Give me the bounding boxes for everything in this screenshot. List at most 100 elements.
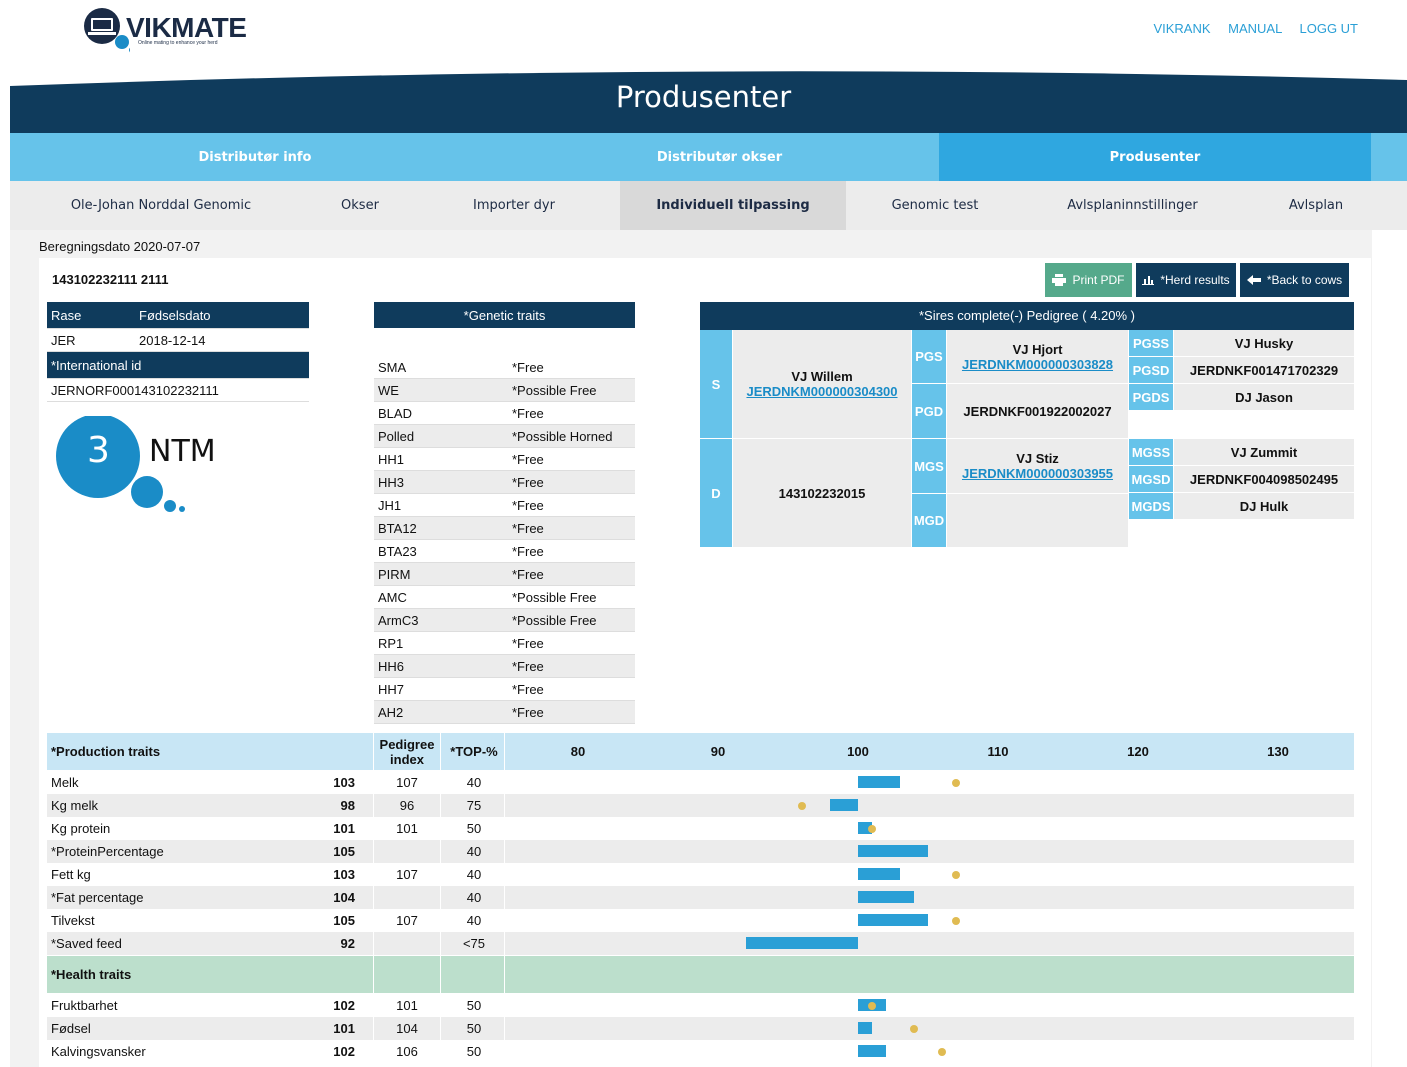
trait-result: *Free <box>508 562 635 586</box>
genetic-title: *Genetic traits <box>374 302 635 329</box>
tab-distributor-info[interactable]: Distributør info <box>10 133 500 181</box>
link-manual[interactable]: MANUAL <box>1228 21 1282 36</box>
rase-value: JER <box>47 328 135 352</box>
top-percent: 50 <box>466 998 482 1013</box>
top-percent: 50 <box>466 1044 482 1059</box>
trait-name: Fødsel <box>51 1021 91 1036</box>
column-divider <box>440 932 441 955</box>
pgs-label: PGS <box>912 330 946 383</box>
tab-distributor-okser[interactable]: Distributør okser <box>500 133 939 181</box>
pedigree-index: 107 <box>396 775 418 790</box>
pgs-link[interactable]: JERDNKM000000303828 <box>962 357 1113 372</box>
tick-120: 120 <box>1127 744 1149 759</box>
print-pdf-label: Print PDF <box>1072 273 1125 287</box>
index-bar <box>858 1022 872 1034</box>
pedigree-index <box>374 932 440 955</box>
back-to-cows-button[interactable]: *Back to cows <box>1240 263 1349 297</box>
mgds-label: MGDS <box>1129 493 1173 519</box>
tick-110: 110 <box>987 744 1009 759</box>
pedigree-dot <box>938 1048 946 1056</box>
trait-row: *Saved feed 92 <75 <box>47 932 1354 955</box>
subtab-avlsplan[interactable]: Avlsplan <box>1241 181 1391 230</box>
mgss-name: VJ Zummit <box>1230 444 1298 460</box>
trait-name: PIRM <box>374 562 508 586</box>
column-divider <box>373 733 374 770</box>
pedigree-dot <box>868 825 876 833</box>
mgs-label: MGS <box>912 439 946 493</box>
column-divider <box>373 909 374 932</box>
subtab-importer[interactable]: Importer dyr <box>408 181 620 230</box>
top-percent: 75 <box>466 798 482 813</box>
top-percent: 40 <box>466 913 482 928</box>
back-to-cows-label: *Back to cows <box>1266 273 1343 287</box>
subtab-avlsplaninnstillinger[interactable]: Avlsplaninnstillinger <box>1024 181 1241 230</box>
dam-id: 143102232015 <box>778 485 866 501</box>
herd-results-button[interactable]: *Herd results <box>1136 263 1236 297</box>
genetic-traits-table: *Genetic traits *Trait *Result SMA *Free W… <box>374 302 635 724</box>
pedigree-panel: *Sires complete(-) Pedigree ( 4.20% ) S … <box>700 302 1354 548</box>
health-header: *Health traits <box>47 956 1354 993</box>
subtab-individual[interactable]: Individuell tilpassing <box>620 181 846 230</box>
mgsd-label: MGSD <box>1129 466 1173 492</box>
column-divider <box>504 733 505 770</box>
genetic-trait-row: ArmC3 *Possible Free <box>374 608 635 632</box>
pgs-name: VJ Hjort <box>1012 341 1063 357</box>
trait-value: 101 <box>333 1021 355 1036</box>
trait-name: JH1 <box>374 493 508 517</box>
column-divider <box>504 794 505 817</box>
trait-value: 92 <box>340 936 355 951</box>
pgd-label: PGD <box>912 384 946 438</box>
trait-name: HH7 <box>374 677 508 701</box>
pedigree-index: 96 <box>399 798 415 813</box>
trait-name: BLAD <box>374 401 508 425</box>
pedigree-index: 101 <box>396 998 418 1013</box>
trait-row: Fruktbarhet 102 101 50 <box>47 994 1354 1017</box>
trait-result: *Free <box>508 539 635 563</box>
vikmate-logo[interactable]: VIKMATE Online mating to enhance your he… <box>82 8 247 60</box>
subtab-genomic[interactable]: Genomic test <box>846 181 1024 230</box>
pgss-label: PGSS <box>1129 330 1173 356</box>
mgs-link[interactable]: JERDNKM000000303955 <box>962 466 1113 481</box>
trait-value: 102 <box>333 1044 355 1059</box>
pedigree-dot <box>952 871 960 879</box>
column-divider <box>440 771 441 794</box>
trait-result: *Possible Free <box>508 585 635 609</box>
column-divider <box>504 956 505 993</box>
trait-row: Kg melk 98 96 75 <box>47 794 1354 817</box>
top-percent-header: *TOP-% <box>450 744 498 759</box>
print-pdf-button[interactable]: Print PDF <box>1045 263 1132 297</box>
genetic-trait-row: HH1 *Free <box>374 447 635 471</box>
trait-row: Fett kg 103 107 40 <box>47 863 1354 886</box>
column-divider <box>373 863 374 886</box>
ntm-label: NTM <box>149 434 216 469</box>
trait-result: *Free <box>508 654 635 678</box>
pedigree-index: 107 <box>396 913 418 928</box>
subtab-okser[interactable]: Okser <box>312 181 408 230</box>
pedigree-index: 107 <box>396 867 418 882</box>
primary-nav: Distributør info Distributør okser Produ… <box>10 133 1407 181</box>
link-logout[interactable]: LOGG UT <box>1299 21 1358 36</box>
column-divider <box>373 817 374 840</box>
trait-name: AMC <box>374 585 508 609</box>
top-percent: 50 <box>466 821 482 836</box>
trait-value: 105 <box>333 913 355 928</box>
sire-box: VJ Willem JERDNKM000000304300 <box>733 330 911 438</box>
trait-value: 103 <box>333 867 355 882</box>
trait-row: Kalvingsvansker 102 106 50 <box>47 1040 1354 1063</box>
trait-result: *Free <box>508 677 635 701</box>
index-bar <box>858 1045 886 1057</box>
subtab-owner[interactable]: Ole-Johan Norddal Genomic <box>10 181 312 230</box>
arrow-left-icon <box>1246 275 1261 285</box>
pedigree-index-header: Pedigree index <box>379 737 435 767</box>
column-divider <box>440 956 441 993</box>
genetic-trait-row: SMA *Free <box>374 355 635 379</box>
top-percent: 40 <box>466 890 482 905</box>
tab-produsenter[interactable]: Produsenter <box>939 133 1371 181</box>
tick-90: 90 <box>710 744 726 759</box>
sire-link[interactable]: JERDNKM000000304300 <box>746 384 897 399</box>
page-title: Produsenter <box>615 80 792 114</box>
mgs-box: VJ Stiz JERDNKM000000303955 <box>947 439 1128 493</box>
trait-name: SMA <box>374 355 508 379</box>
link-vikrank[interactable]: VIKRANK <box>1153 21 1210 36</box>
trait-name: Melk <box>51 775 79 790</box>
